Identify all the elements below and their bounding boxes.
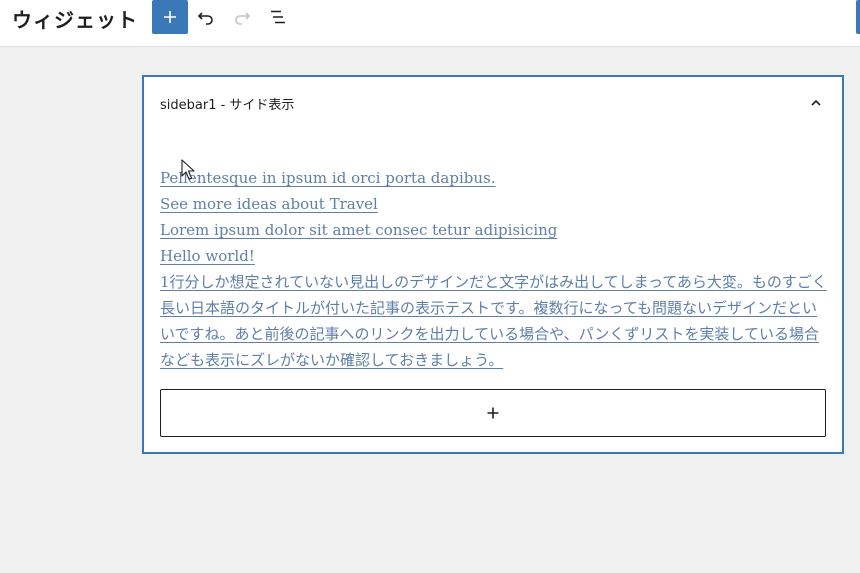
list-view-button[interactable] <box>261 0 295 34</box>
list-item: Hello world! <box>160 243 828 269</box>
plus-icon <box>164 11 176 23</box>
undo-icon <box>197 12 213 25</box>
widget-area-sidebar1[interactable]: sidebar1 - サイド表示 Pellentesque in ipsum i… <box>142 75 844 454</box>
list-item: Pellentesque in ipsum id orci porta dapi… <box>160 165 828 191</box>
list-view-icon <box>271 10 285 24</box>
plus-icon <box>487 407 499 419</box>
redo-button[interactable] <box>225 0 259 34</box>
post-link[interactable]: 1行分しか想定されていない見出しのデザインだと文字がはみ出してしまってあら大変。… <box>160 273 827 369</box>
redo-icon <box>235 12 251 25</box>
page-title: ウィジェット <box>12 8 138 32</box>
editor-header: ウィジェット <box>0 0 860 47</box>
undo-button[interactable] <box>189 0 223 34</box>
list-item: Lorem ipsum dolor sit amet consec tetur … <box>160 217 828 243</box>
list-item: 1行分しか想定されていない見出しのデザインだと文字がはみ出してしまってあら大変。… <box>160 269 828 373</box>
post-link[interactable]: Lorem ipsum dolor sit amet consec tetur … <box>160 221 557 239</box>
add-block-button[interactable] <box>152 0 188 34</box>
settings-button-edge[interactable] <box>856 0 860 34</box>
latest-posts-list: Pellentesque in ipsum id orci porta dapi… <box>160 165 828 373</box>
block-appender-button[interactable] <box>160 389 826 437</box>
post-link[interactable]: See more ideas about Travel <box>160 195 378 213</box>
collapse-button[interactable] <box>804 91 828 115</box>
list-item: See more ideas about Travel <box>160 191 828 217</box>
post-link[interactable]: Hello world! <box>160 247 255 265</box>
chevron-up-icon <box>811 99 821 106</box>
post-link[interactable]: Pellentesque in ipsum id orci porta dapi… <box>160 169 495 187</box>
widget-area-title: sidebar1 - サイド表示 <box>160 98 295 113</box>
